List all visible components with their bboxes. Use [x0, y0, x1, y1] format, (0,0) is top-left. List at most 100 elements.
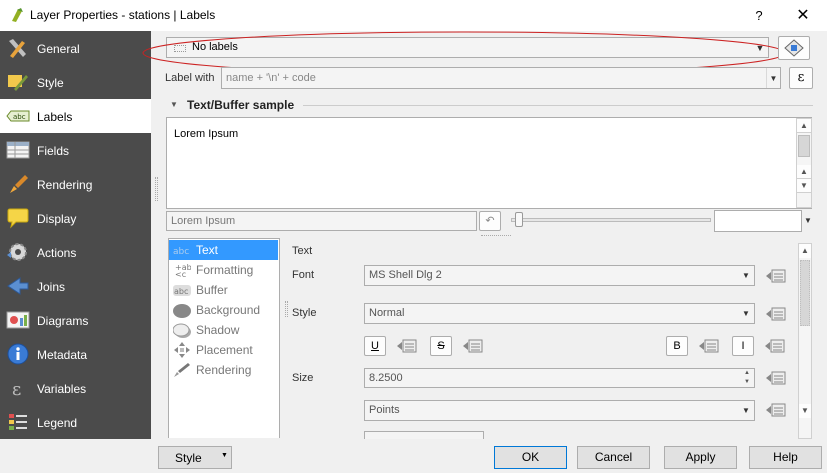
chevron-down-icon[interactable]: ▼ [802, 210, 814, 232]
underline-button[interactable]: U [364, 336, 386, 356]
window-title: Layer Properties - stations | Labels [30, 8, 216, 22]
splitter-handle[interactable] [285, 301, 288, 317]
scroll-thumb[interactable] [800, 260, 810, 326]
background-color-button[interactable] [714, 210, 802, 232]
sidebar-item-legend[interactable]: Legend [0, 405, 151, 439]
subtab-label: Formatting [196, 263, 254, 277]
apply-button[interactable]: Apply [664, 446, 737, 469]
subtab-text[interactable]: abc Text [169, 240, 278, 260]
sidebar-item-metadata[interactable]: Metadata [0, 337, 151, 371]
subtab-placement[interactable]: Placement [169, 340, 278, 360]
labels-panel: No labels ▼ Label with name + '\n' + cod… [142, 31, 827, 439]
spin-down-icon[interactable]: ▼ [740, 378, 754, 387]
sidebar-item-joins[interactable]: Joins [0, 269, 151, 303]
subtab-buffer[interactable]: abc Buffer [169, 280, 278, 300]
cancel-button[interactable]: Cancel [577, 446, 650, 469]
size-units-value: Points [369, 404, 400, 416]
sidebar-item-rendering[interactable]: Rendering [0, 167, 151, 201]
preview-scale-slider[interactable] [511, 218, 711, 222]
divider [303, 105, 813, 106]
sidebar-item-label: Fields [37, 144, 70, 158]
collapse-arrow-icon[interactable]: ▼ [170, 100, 178, 109]
settings-scrollbar[interactable]: ▲ ▼ [798, 243, 812, 439]
scroll-down-icon[interactable]: ▼ [797, 179, 811, 193]
style-combo[interactable]: Normal ▼ [364, 303, 755, 324]
bold-button[interactable]: B [666, 336, 688, 356]
subtab-label: Background [196, 303, 261, 317]
scroll-thumb[interactable] [798, 135, 810, 157]
subtab-formatting[interactable]: +ab <c Formatting [169, 260, 278, 280]
label-settings-tabs: abc Text +ab <c Formatting abc Buffer Bac… [168, 238, 280, 438]
sample-text-input[interactable]: Lorem Ipsum [166, 211, 477, 231]
subtab-shadow[interactable]: Shadow [169, 320, 278, 340]
sidebar-item-variables[interactable]: ε Variables [0, 371, 151, 405]
size-units-combo[interactable]: Points ▼ [364, 400, 755, 421]
color-button-partial[interactable] [364, 431, 484, 439]
labeling-mode-combo[interactable]: No labels ▼ [166, 37, 769, 58]
data-defined-override-icon[interactable] [765, 305, 787, 323]
spin-up-icon[interactable]: ▲ [740, 369, 754, 378]
data-defined-override-icon[interactable] [765, 267, 787, 285]
rendering-icon [174, 363, 190, 377]
splitter-handle[interactable] [155, 177, 158, 201]
sidebar-item-label: Joins [37, 280, 66, 294]
sidebar-item-label: Diagrams [37, 314, 89, 328]
style-menu-label: Style [175, 451, 202, 465]
reset-sample-button[interactable]: ↶ [479, 211, 501, 231]
qgis-logo-icon [12, 8, 23, 22]
strikeout-button[interactable]: S [430, 336, 452, 356]
sidebar-item-labels[interactable]: abc Labels [0, 99, 151, 133]
subtab-rendering[interactable]: Rendering [169, 360, 278, 380]
splitter-handle[interactable] [481, 235, 511, 236]
scroll-up-icon[interactable]: ▲ [797, 119, 811, 133]
join-arrow-icon [7, 277, 29, 295]
sidebar-item-style[interactable]: Style [0, 65, 151, 99]
diagram-icon [6, 311, 30, 329]
data-defined-override-icon[interactable] [698, 337, 720, 355]
svg-text:abc: abc [174, 287, 188, 296]
svg-text:abc: abc [173, 247, 189, 257]
labeling-mode-value: No labels [192, 41, 238, 53]
rule-based-labeling-button[interactable] [778, 36, 810, 60]
subtab-label: Shadow [196, 323, 240, 337]
data-defined-override-icon[interactable] [765, 369, 787, 387]
preview-scrollbar[interactable]: ▲ ▲ ▼ [796, 118, 812, 208]
data-defined-override-icon[interactable] [396, 337, 418, 355]
gear-icon [7, 243, 27, 261]
subtab-background[interactable]: Background [169, 300, 278, 320]
sidebar-item-label: Display [37, 212, 77, 226]
sidebar-item-actions[interactable]: Actions [0, 235, 151, 269]
text-section-title: Text [292, 245, 313, 257]
expression-button[interactable]: ε [789, 67, 813, 89]
no-labels-icon [174, 45, 186, 52]
style-menu-button[interactable]: Style ▼ [158, 446, 232, 469]
help-title-button[interactable]: ? [744, 4, 774, 28]
title-bar: Layer Properties - stations | Labels ? ✕ [0, 0, 827, 31]
data-defined-override-icon[interactable] [764, 337, 786, 355]
sidebar-item-diagrams[interactable]: Diagrams [0, 303, 151, 337]
data-defined-override-icon[interactable] [462, 337, 484, 355]
close-button[interactable]: ✕ [788, 4, 818, 28]
sidebar-item-display[interactable]: Display [0, 201, 151, 235]
sidebar-item-fields[interactable]: Fields [0, 133, 151, 167]
size-label: Size [292, 372, 314, 384]
ok-button[interactable]: OK [494, 446, 567, 469]
font-combo[interactable]: MS Shell Dlg 2 ▼ [364, 265, 755, 286]
size-spinbox[interactable]: 8.2500 ▲ ▼ [364, 368, 755, 388]
help-button[interactable]: Help [749, 446, 822, 469]
scroll-up-icon[interactable]: ▲ [799, 244, 811, 258]
italic-button[interactable]: I [732, 336, 754, 356]
sidebar-item-general[interactable]: General [0, 31, 151, 65]
data-defined-override-icon[interactable] [765, 401, 787, 419]
slider-thumb[interactable] [515, 212, 523, 227]
table-icon [6, 141, 30, 159]
size-value: 8.2500 [369, 372, 403, 384]
label-with-combo[interactable]: name + '\n' + code ▼ [221, 67, 781, 89]
style-label: Style [292, 307, 317, 319]
scroll-down-icon[interactable]: ▼ [799, 404, 811, 418]
sidebar-item-label: Variables [37, 382, 87, 396]
subtab-label: Placement [196, 343, 253, 357]
wrench-icon [9, 39, 26, 58]
chevron-down-icon: ▼ [755, 43, 765, 53]
scroll-up-icon[interactable]: ▲ [797, 165, 811, 179]
